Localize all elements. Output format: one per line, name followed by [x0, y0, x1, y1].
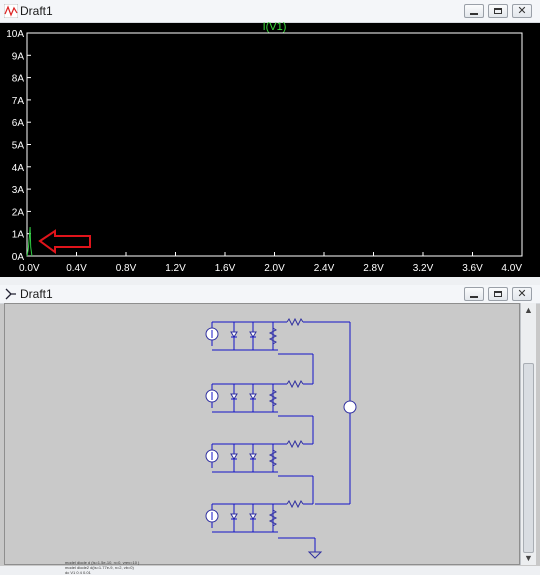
y-tick-label: 5A: [12, 141, 25, 152]
voltage-source-icon[interactable]: [343, 400, 357, 414]
minimize-icon: [470, 13, 478, 15]
y-tick-label: 7A: [12, 96, 25, 107]
maximize-button[interactable]: [488, 4, 508, 18]
x-tick-label: 1.2V: [165, 263, 186, 274]
y-tick-label: 10A: [6, 29, 24, 40]
diode-icon[interactable]: [230, 513, 238, 520]
y-tick-label: 1A: [12, 230, 25, 241]
minimize-button[interactable]: [464, 287, 484, 301]
scroll-up-icon[interactable]: ▲: [524, 305, 533, 315]
y-tick-label: 0A: [12, 252, 25, 263]
plot-window: Draft1 ✕ I(V1) 0A 1A 2A 3A 4A 5A 6A 7A 8A 9A 10A 0.0…: [0, 0, 540, 277]
diode-icon[interactable]: [249, 453, 257, 460]
schematic-app-icon: [5, 288, 16, 300]
y-tick-label: 6A: [12, 118, 25, 129]
x-tick-label: 2.4V: [314, 263, 335, 274]
maximize-button[interactable]: [488, 287, 508, 301]
plot-frame: [26, 32, 523, 257]
scrollbar-thumb[interactable]: [523, 363, 534, 553]
y-tick-label: 4A: [12, 163, 25, 174]
x-tick-label: 2.8V: [363, 263, 384, 274]
annotation-arrow-icon: [38, 229, 91, 254]
x-tick-label: 1.6V: [215, 263, 236, 274]
plot-window-title: Draft1: [20, 4, 53, 18]
maximize-icon: [494, 291, 502, 297]
close-icon: ✕: [517, 5, 527, 17]
x-tick-label: 4.0V: [501, 263, 522, 274]
x-tick-label: 0.0V: [19, 263, 40, 274]
close-button[interactable]: ✕: [512, 4, 532, 18]
diode-icon[interactable]: [249, 513, 257, 520]
schematic-window-title: Draft1: [20, 287, 53, 301]
resistor-icon[interactable]: [286, 439, 304, 449]
waveform-app-icon: [4, 4, 18, 18]
chart-title: I(V1): [263, 22, 287, 33]
schematic-canvas[interactable]: model diode d (is=1.5e-10, n=0, vrev=10 …: [4, 303, 520, 575]
x-tick-label: 2.0V: [264, 263, 285, 274]
diode-icon[interactable]: [230, 453, 238, 460]
diode-icon[interactable]: [249, 331, 257, 338]
x-tick-label: 3.6V: [462, 263, 483, 274]
waveform-plot[interactable]: I(V1) 0A 1A 2A 3A 4A 5A 6A 7A 8A 9A 10A 0.0V 0.4V 0.8V…: [0, 22, 540, 277]
series-line-i-v1: [26, 226, 33, 257]
vertical-scrollbar[interactable]: ▲ ▼: [520, 303, 536, 565]
maximize-icon: [494, 8, 502, 14]
x-tick-label: 3.2V: [413, 263, 434, 274]
y-tick-label: 3A: [12, 185, 25, 196]
x-tick-label: 0.8V: [116, 263, 137, 274]
plot-titlebar[interactable]: Draft1 ✕: [0, 0, 540, 23]
spice-directives[interactable]: model diode d (is=1.5e-10, n=0, vrev=10 …: [65, 560, 139, 575]
close-icon: ✕: [517, 288, 527, 300]
diode-icon[interactable]: [230, 393, 238, 400]
resistor-icon[interactable]: [286, 379, 304, 389]
y-tick-label: 9A: [12, 51, 25, 62]
schematic-titlebar[interactable]: Draft1 ✕: [0, 285, 540, 304]
minimize-icon: [470, 296, 478, 298]
diode-icon[interactable]: [249, 393, 257, 400]
minimize-button[interactable]: [464, 4, 484, 18]
close-button[interactable]: ✕: [512, 287, 532, 301]
diode-icon[interactable]: [230, 331, 238, 338]
schematic-window: Draft1 ✕ model diode d (is=1.5e-10, n=0,…: [0, 285, 540, 575]
directive-line[interactable]: dc V1 0 4 0.01: [65, 570, 139, 575]
y-tick-label: 8A: [12, 74, 25, 85]
y-tick-label: 2A: [12, 207, 25, 218]
resistor-icon[interactable]: [286, 499, 304, 509]
scroll-down-icon[interactable]: ▼: [524, 553, 533, 563]
x-tick-label: 0.4V: [66, 263, 87, 274]
circuit-diagram[interactable]: [5, 304, 519, 564]
resistor-icon[interactable]: [286, 317, 304, 327]
ground-icon[interactable]: [307, 551, 323, 559]
